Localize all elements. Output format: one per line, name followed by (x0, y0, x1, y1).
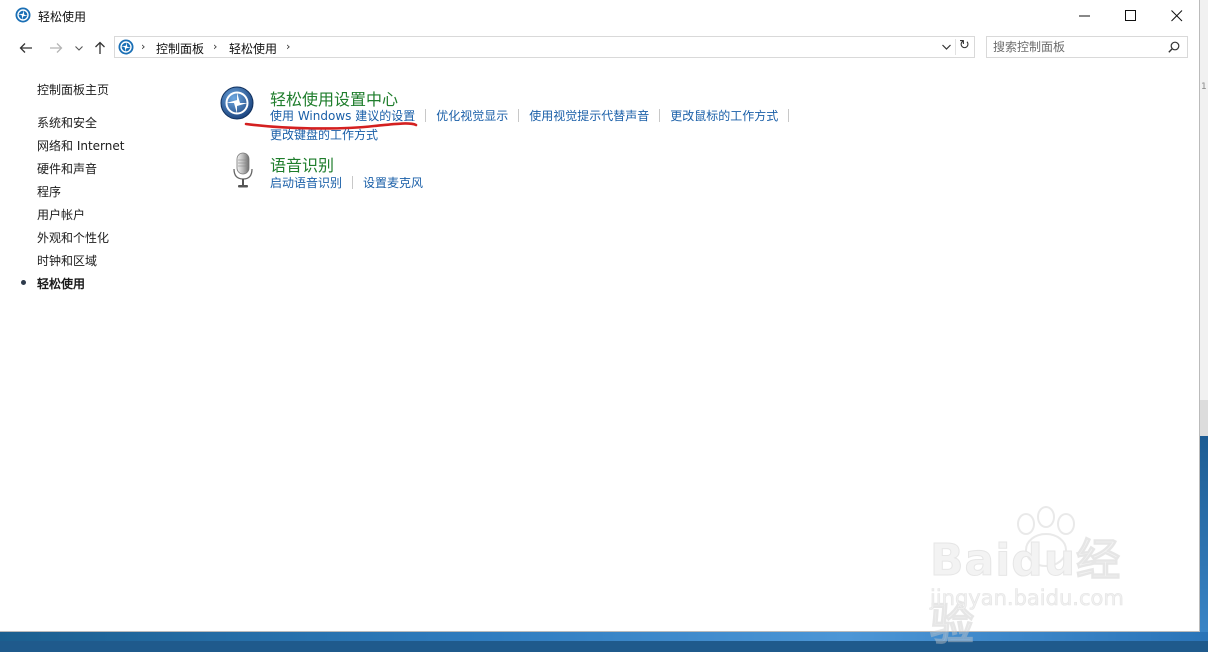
breadcrumb-separator-icon[interactable]: › (286, 40, 290, 53)
address-divider (955, 39, 956, 55)
divider (352, 176, 354, 189)
desktop-background-right: 1 (1200, 0, 1208, 641)
sidebar-item-programs[interactable]: 程序 (37, 183, 61, 200)
back-button[interactable] (18, 40, 38, 56)
maximize-icon (1125, 10, 1136, 21)
breadcrumb-separator-icon[interactable]: › (213, 40, 217, 53)
task-visual-alternatives-for-sounds[interactable]: 使用视觉提示代替声音 (529, 109, 649, 123)
navigation-bar: › 控制面板 › 轻松使用 › ↻ (0, 36, 1200, 60)
sidebar-item-ease-of-access[interactable]: 轻松使用 (37, 275, 85, 292)
breadcrumb-separator-icon[interactable]: › (141, 40, 145, 53)
microphone-icon[interactable] (232, 152, 254, 191)
recent-locations-button[interactable] (74, 40, 86, 56)
sidebar-item-system-security[interactable]: 系统和安全 (37, 114, 97, 131)
watermark-logo: Baidu经验 jingyan.baidu.com (924, 506, 1164, 651)
breadcrumb-control-panel[interactable]: 控制面板 (156, 40, 204, 57)
task-start-speech-recognition[interactable]: 启动语音识别 (270, 176, 342, 190)
search-box[interactable] (986, 36, 1188, 58)
minimize-button[interactable] (1062, 0, 1108, 31)
sidebar-item-user-accounts[interactable]: 用户帐户 (37, 206, 85, 223)
arrow-up-icon (95, 41, 105, 54)
close-icon (1171, 10, 1183, 22)
current-item-bullet-icon (21, 280, 26, 285)
divider (518, 109, 520, 122)
address-dropdown-icon[interactable] (941, 40, 952, 57)
window-title: 轻松使用 (38, 10, 87, 24)
arrow-right-icon (50, 43, 63, 53)
search-input[interactable] (993, 39, 1163, 55)
control-panel-window: 轻松使用 › 控制面板 › 轻松使用 › ↻ 搜索控制面板 控制面板主页 系统和… (0, 0, 1200, 651)
ease-of-access-icon (15, 7, 31, 26)
task-optimize-visual-display[interactable]: 优化视觉显示 (436, 109, 508, 123)
forward-button[interactable] (48, 40, 68, 56)
breadcrumb-ease-of-access[interactable]: 轻松使用 (229, 40, 277, 57)
address-bar[interactable]: › 控制面板 › 轻松使用 › ↻ (114, 36, 975, 58)
arrow-left-icon (19, 43, 32, 53)
sidebar-item-network-internet[interactable]: 网络和 Internet (37, 137, 124, 154)
watermark-url: jingyan.baidu.com (930, 586, 1124, 611)
sidebar-home-link[interactable]: 控制面板主页 (37, 81, 109, 98)
sidebar-item-appearance[interactable]: 外观和个性化 (37, 229, 109, 246)
maximize-button[interactable] (1108, 0, 1154, 31)
category-title-speech-recognition[interactable]: 语音识别 (270, 152, 334, 176)
sidebar-item-hardware-sound[interactable]: 硬件和声音 (37, 160, 97, 177)
task-set-up-microphone[interactable]: 设置麦克风 (363, 176, 423, 190)
divider (788, 109, 790, 122)
control-panel-icon (118, 39, 134, 58)
divider (659, 109, 661, 122)
annotation-underline (244, 122, 418, 130)
refresh-icon[interactable]: ↻ (959, 38, 970, 53)
minimize-icon (1079, 15, 1090, 17)
titlebar: 轻松使用 (0, 0, 1200, 31)
task-links-row: 启动语音识别 设置麦克风 (270, 174, 423, 191)
sidebar-item-clock-region[interactable]: 时钟和区域 (37, 252, 97, 269)
search-icon[interactable] (1168, 41, 1180, 56)
task-change-mouse-settings[interactable]: 更改鼠标的工作方式 (670, 109, 778, 123)
background-window-edge: 1 (1201, 82, 1207, 92)
chevron-down-icon (75, 46, 83, 51)
divider (425, 109, 427, 122)
up-button[interactable] (92, 40, 110, 56)
close-button[interactable] (1154, 0, 1200, 31)
